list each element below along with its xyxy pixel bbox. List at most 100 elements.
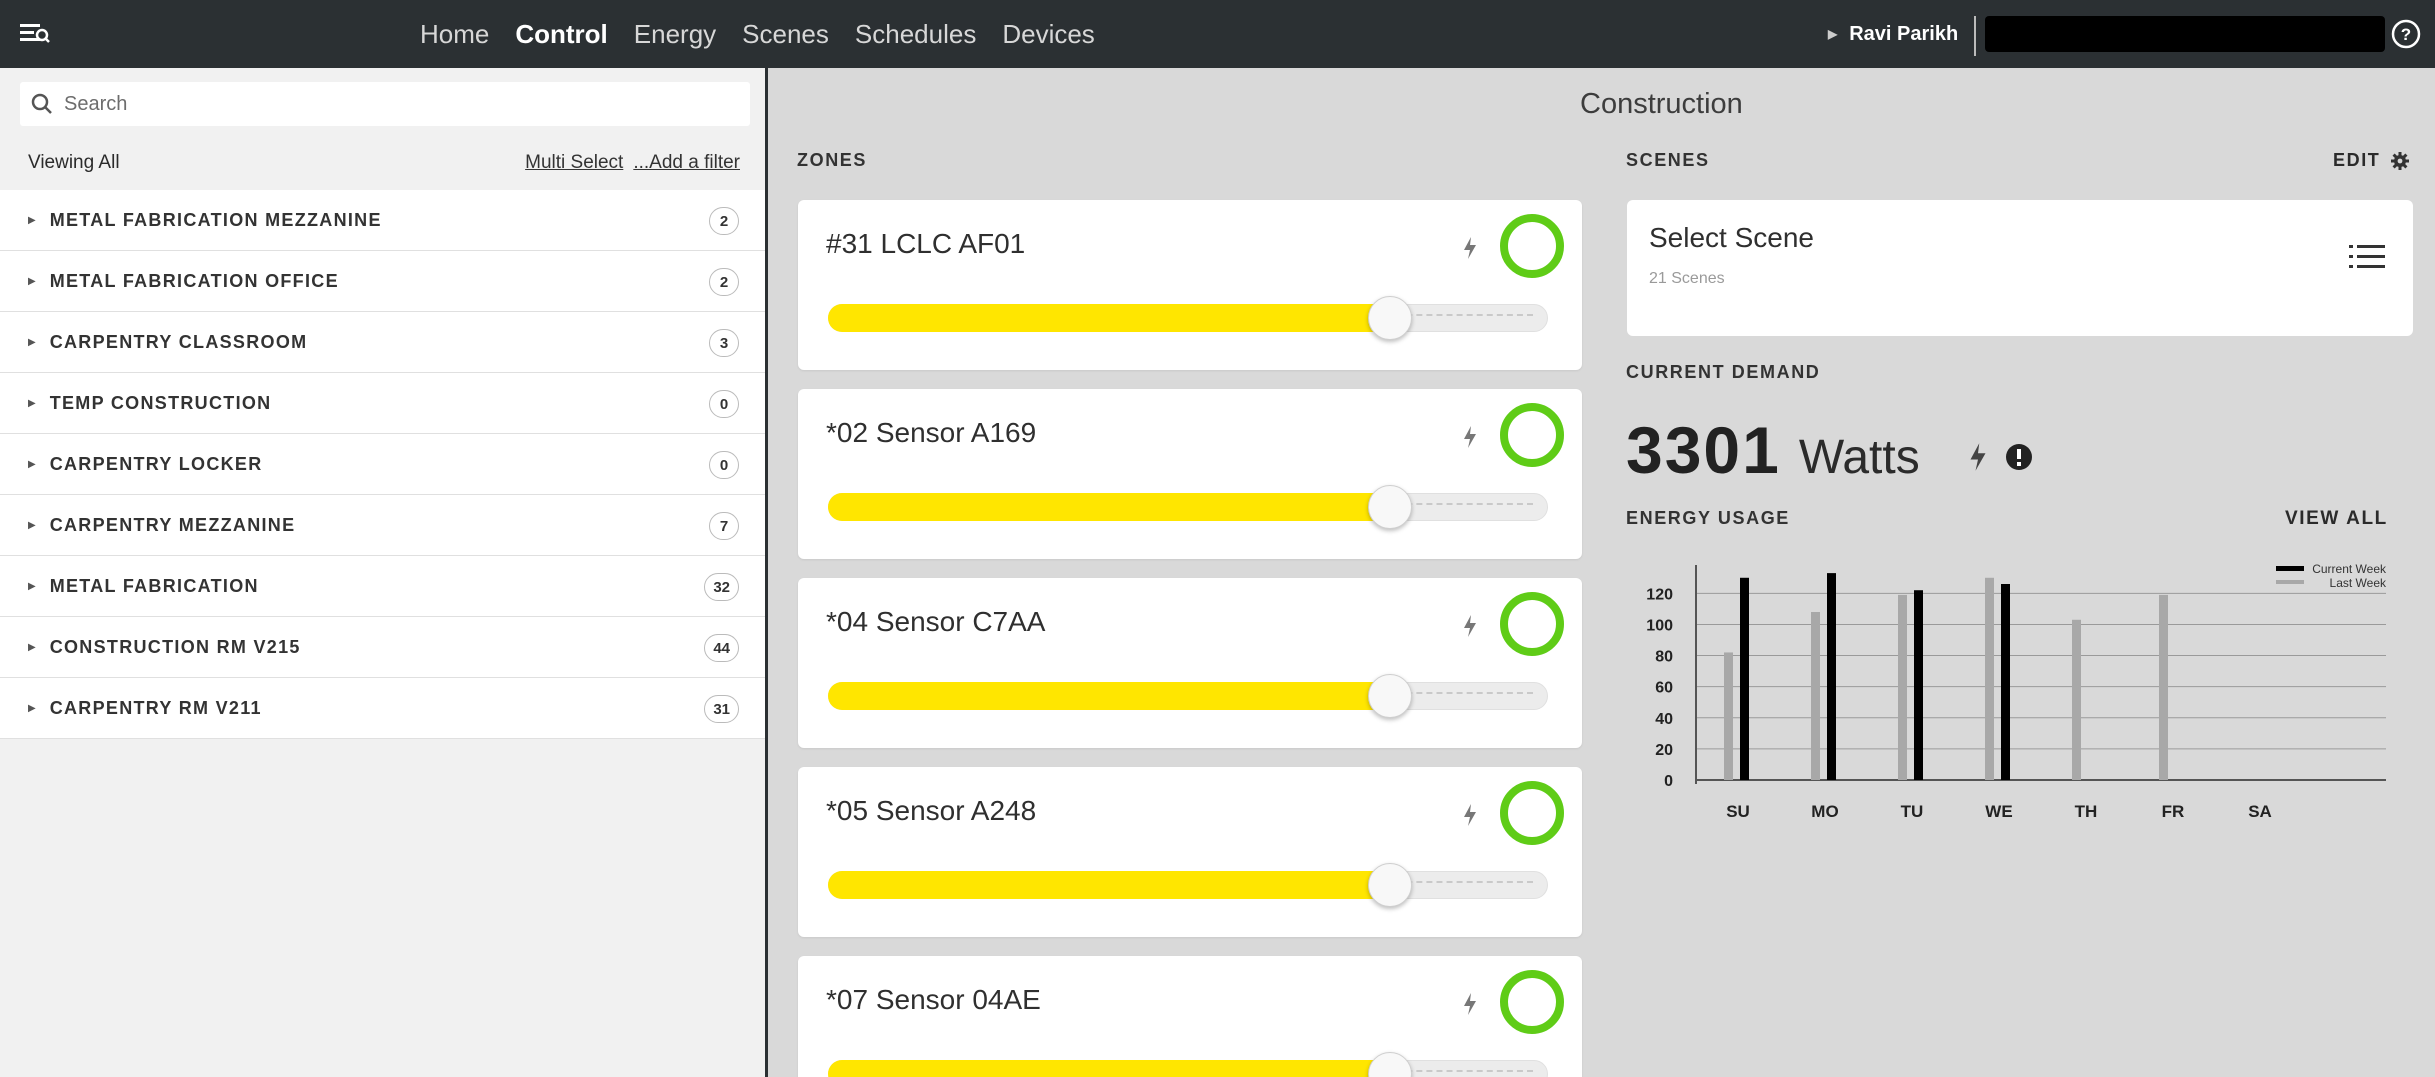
- scene-selector[interactable]: Select Scene 21 Scenes: [1627, 200, 2413, 336]
- search-input[interactable]: [64, 92, 724, 116]
- bar-last-week: [1811, 612, 1820, 780]
- group-name: TEMP CONSTRUCTION: [49, 392, 272, 413]
- zone-slider-handle[interactable]: [1367, 485, 1412, 529]
- page-title: Construction: [1580, 88, 1743, 120]
- group-item[interactable]: ▶ TEMP CONSTRUCTION 0: [0, 373, 765, 434]
- user-name: Ravi Parikh: [1849, 22, 1959, 45]
- x-tick-label: SU: [1726, 802, 1750, 821]
- group-item[interactable]: ▶ CARPENTRY MEZZANINE 7: [0, 495, 765, 556]
- group-item[interactable]: ▶ CARPENTRY LOCKER 0: [0, 434, 765, 495]
- zone-name: *07 Sensor 04AE: [826, 984, 1041, 1015]
- zone-slider-handle[interactable]: [1367, 1052, 1412, 1077]
- current-demand-heading: CURRENT DEMAND: [1626, 362, 1821, 382]
- bar-current-week: [1827, 573, 1836, 780]
- zone-name: *02 Sensor A169: [826, 417, 1037, 448]
- group-item[interactable]: ▶ METAL FABRICATION OFFICE 2: [0, 251, 765, 312]
- search-box[interactable]: [20, 82, 750, 126]
- caret-right-icon: ▶: [28, 397, 36, 409]
- group-item[interactable]: ▶ METAL FABRICATION MEZZANINE 2: [0, 190, 765, 251]
- edit-scenes-button[interactable]: EDIT: [2333, 150, 2410, 171]
- edit-label: EDIT: [2333, 150, 2381, 170]
- caret-right-icon: ▶: [28, 458, 36, 470]
- x-tick-label: WE: [1985, 802, 2012, 821]
- x-tick-label: TU: [1901, 802, 1924, 821]
- group-count-badge: 44: [704, 634, 739, 662]
- group-name: METAL FABRICATION: [49, 575, 259, 596]
- list-icon[interactable]: [2349, 242, 2385, 272]
- y-tick-label: 0: [1664, 773, 1673, 790]
- group-count-badge: 0: [709, 390, 739, 418]
- group-list: ▶ METAL FABRICATION MEZZANINE 2 ▶ METAL FAB…: [0, 190, 765, 739]
- zones-heading: ZONES: [797, 150, 868, 170]
- zone-name: *04 Sensor C7AA: [826, 606, 1046, 637]
- user-menu[interactable]: ▶ Ravi Parikh: [1828, 0, 1958, 68]
- account-icon[interactable]: ?: [2390, 18, 2422, 50]
- multi-select-link[interactable]: Multi Select: [525, 152, 623, 174]
- caret-right-icon: ▶: [28, 702, 36, 714]
- group-name: CARPENTRY RM V211: [49, 697, 262, 718]
- y-tick-label: 60: [1655, 680, 1673, 697]
- nav-energy[interactable]: Energy: [634, 19, 716, 50]
- zone-slider-handle[interactable]: [1367, 296, 1412, 340]
- bar-last-week: [1985, 577, 1994, 780]
- group-count-badge: 7: [709, 512, 739, 540]
- group-count-badge: 32: [704, 573, 739, 601]
- group-name: CARPENTRY LOCKER: [49, 453, 263, 474]
- energy-usage-heading: ENERGY USAGE: [1626, 508, 1790, 528]
- y-tick-label: 80: [1655, 649, 1673, 666]
- nav-devices[interactable]: Devices: [1002, 19, 1094, 50]
- zone-power-toggle[interactable]: [1500, 970, 1564, 1034]
- zone-card: #31 LCLC AF01: [798, 200, 1582, 370]
- legend-label: Current Week: [2312, 562, 2387, 576]
- group-count-badge: 2: [709, 207, 739, 235]
- group-item[interactable]: ▶ METAL FABRICATION 32: [0, 556, 765, 617]
- zone-slider-handle[interactable]: [1367, 863, 1412, 907]
- y-tick-label: 120: [1646, 586, 1673, 603]
- legend-swatch: [2276, 566, 2304, 571]
- caret-right-icon: ▶: [28, 214, 36, 226]
- svg-text:?: ?: [2401, 25, 2411, 44]
- bolt-icon: [1464, 237, 1476, 259]
- zone-card: *04 Sensor C7AA: [798, 578, 1582, 748]
- bar-last-week: [1724, 652, 1733, 780]
- zone-power-toggle[interactable]: [1500, 592, 1564, 656]
- zone-power-toggle[interactable]: [1500, 214, 1564, 278]
- group-name: CARPENTRY CLASSROOM: [49, 331, 308, 352]
- caret-right-icon: ▶: [28, 275, 36, 287]
- nav-control[interactable]: Control: [515, 19, 607, 50]
- bar-current-week: [1914, 590, 1923, 780]
- caret-right-icon: ▶: [28, 641, 36, 653]
- y-tick-label: 100: [1646, 617, 1673, 634]
- group-item[interactable]: ▶ CONSTRUCTION RM V215 44: [0, 617, 765, 678]
- group-count-badge: 3: [709, 329, 739, 357]
- group-name: CARPENTRY MEZZANINE: [49, 514, 296, 535]
- scenes-heading: SCENES: [1626, 150, 1710, 170]
- zone-slider-fill: [828, 682, 1390, 710]
- sidebar: Viewing All Multi Select ...Add a filter…: [0, 68, 768, 1077]
- zone-power-toggle[interactable]: [1500, 781, 1564, 845]
- info-icon[interactable]: [2004, 442, 2034, 472]
- search-icon: [31, 93, 52, 114]
- bolt-icon: [1970, 443, 1986, 471]
- view-all-link[interactable]: VIEW ALL: [2285, 508, 2388, 530]
- group-item[interactable]: ▶ CARPENTRY CLASSROOM 3: [0, 312, 765, 373]
- zone-slider-handle[interactable]: [1367, 674, 1412, 718]
- group-name: CONSTRUCTION RM V215: [49, 636, 301, 657]
- demand-readout: 3301 Watts: [1626, 412, 1920, 488]
- caret-right-icon: ▶: [28, 519, 36, 531]
- zone-slider-fill: [828, 304, 1390, 332]
- zone-power-toggle[interactable]: [1500, 403, 1564, 467]
- group-count-badge: 31: [704, 695, 739, 723]
- nav-schedules[interactable]: Schedules: [855, 19, 976, 50]
- nav-scenes[interactable]: Scenes: [742, 19, 829, 50]
- group-item[interactable]: ▶ CARPENTRY RM V211 31: [0, 678, 765, 739]
- group-count-badge: 0: [709, 451, 739, 479]
- nav-home[interactable]: Home: [420, 19, 489, 50]
- nav-divider: [1974, 16, 1976, 56]
- add-filter-link[interactable]: ...Add a filter: [633, 152, 740, 174]
- top-nav-bar: Home Control Energy Scenes Schedules Dev…: [0, 0, 2435, 68]
- zone-slider-fill: [828, 493, 1390, 521]
- menu-icon[interactable]: [20, 20, 50, 48]
- zone-name: *05 Sensor A248: [826, 795, 1037, 826]
- x-tick-label: MO: [1811, 802, 1838, 821]
